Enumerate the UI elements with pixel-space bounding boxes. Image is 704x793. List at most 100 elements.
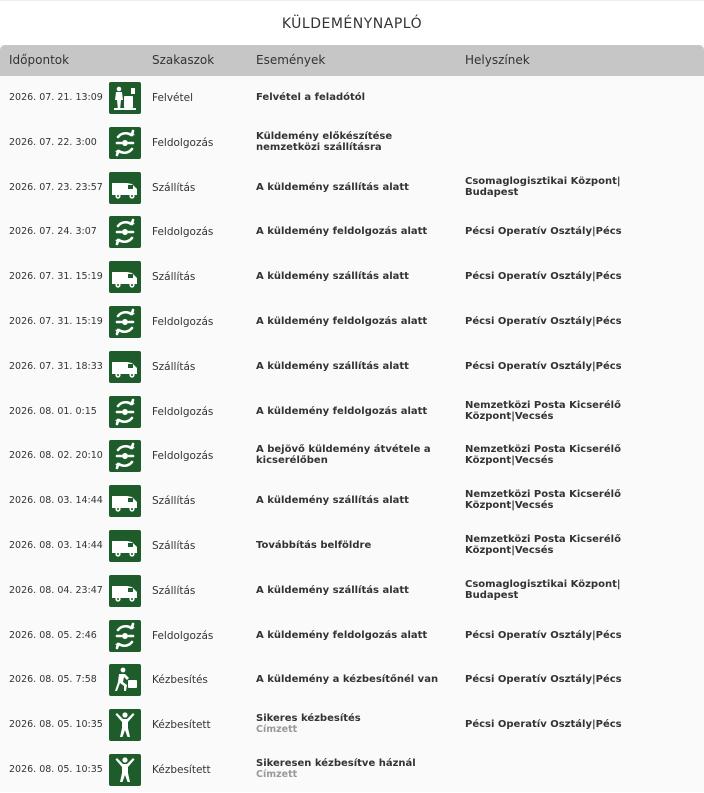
row-event-text: A küldemény szállítás alatt: [256, 181, 409, 193]
row-event-text: A küldemény feldolgozás alatt: [256, 405, 428, 417]
row-stage: Feldolgozás: [152, 629, 214, 642]
row-event: Továbbítás belföldre: [256, 540, 452, 551]
row-location: Nemzetközi Posta Kicserélő Központ|Vecsé…: [465, 489, 621, 512]
table-row: 2026. 08. 05. 10:35 Kézbesített Sikeres ké…: [0, 703, 704, 748]
van-icon: [109, 171, 141, 204]
row-location: Nemzetközi Posta Kicserélő Központ|Vecsé…: [465, 444, 621, 467]
row-time: 2026. 07. 24. 3:07: [9, 226, 97, 238]
row-event: Sikeresen kézbesítve háznál Címzett: [256, 758, 452, 780]
row-location: Pécsi Operatív Osztály|Pécs: [465, 629, 622, 641]
table-row: 2026. 08. 05. 7:58 Kézbesítés A küldemény …: [0, 658, 704, 703]
row-location: Pécsi Operatív Osztály|Pécs: [465, 719, 622, 731]
row-event-text: A küldemény szállítás alatt: [256, 360, 409, 372]
header-stage: Szakaszok: [152, 53, 215, 67]
row-stage: Kézbesített: [152, 719, 211, 732]
van-icon: [109, 261, 141, 294]
processing-icon: [109, 395, 141, 428]
processing-icon: [109, 305, 141, 338]
processing-icon: [109, 216, 141, 249]
table-row: 2026. 07. 23. 23:57 Szállítás A küldemény …: [0, 166, 704, 211]
row-time: 2026. 07. 21. 13:09: [9, 92, 103, 103]
table-row: 2026. 07. 22. 3:00 Feldolgozás Küldemény e…: [0, 121, 704, 166]
row-event: A küldemény feldolgozás alatt: [256, 406, 452, 417]
row-event: A küldemény a kézbesítőnél van: [256, 674, 452, 685]
row-time: 2026. 08. 05. 10:35: [9, 763, 103, 775]
row-stage: Szállítás: [152, 495, 196, 508]
row-event-text: Felvétel a feladótól: [256, 92, 366, 103]
row-event: A küldemény feldolgozás alatt: [256, 630, 452, 641]
row-event-text: A küldemény a kézbesítőnél van: [256, 674, 439, 686]
row-event: Felvétel a feladótól: [256, 92, 452, 103]
table-row: 2026. 07. 24. 3:07 Feldolgozás A küldemény…: [0, 210, 704, 255]
row-event-text: A küldemény feldolgozás alatt: [256, 226, 428, 238]
header-location: Helyszínek: [465, 53, 530, 67]
row-time: 2026. 07. 31. 15:19: [9, 271, 103, 283]
row-stage: Feldolgozás: [152, 450, 214, 463]
row-location: Pécsi Operatív Osztály|Pécs: [465, 315, 622, 327]
table-row: 2026. 07. 31. 15:19 Szállítás A küldemény …: [0, 255, 704, 300]
row-stage: Szállítás: [152, 360, 196, 373]
row-event-text: A küldemény szállítás alatt: [256, 584, 409, 596]
tracking-page: KÜLDEMÉNYNAPLÓ Időpontok Szakaszok Esemé…: [0, 0, 704, 792]
page-title: KÜLDEMÉNYNAPLÓ: [281, 16, 423, 32]
row-event-text: Sikeresen kézbesítve háznál: [256, 757, 416, 769]
delivered-icon: [109, 709, 141, 742]
row-event-text: A küldemény feldolgozás alatt: [256, 315, 428, 327]
row-stage: Szállítás: [152, 181, 196, 194]
van-icon: [109, 529, 141, 562]
van-icon: [109, 485, 141, 518]
row-event-recipient: Címzett: [256, 768, 298, 780]
row-time: 2026. 08. 05. 2:46: [9, 629, 97, 641]
row-stage: Feldolgozás: [152, 405, 214, 418]
row-time: 2026. 08. 04. 23:47: [9, 584, 103, 596]
pickup-icon: [109, 82, 141, 114]
row-stage: Szállítás: [152, 584, 196, 597]
van-icon: [109, 350, 141, 383]
row-time: 2026. 08. 02. 20:10: [9, 450, 103, 462]
row-location: Nemzetközi Posta Kicserélő Központ|Vecsé…: [465, 399, 621, 422]
row-event: Küldemény előkészítése nemzetközi szállí…: [256, 131, 452, 153]
delivered-icon: [109, 753, 141, 786]
row-stage: Feldolgozás: [152, 315, 214, 328]
row-event-text: Továbbítás belföldre: [256, 539, 372, 551]
row-time: 2026. 08. 01. 0:15: [9, 405, 97, 417]
row-event: A küldemény feldolgozás alatt: [256, 226, 452, 237]
table-row: 2026. 07. 31. 18:33 Szállítás A küldemény …: [0, 345, 704, 390]
processing-icon: [109, 126, 141, 159]
courier-icon: [109, 664, 141, 697]
row-time: 2026. 07. 22. 3:00: [9, 136, 97, 148]
table-row: 2026. 08. 03. 14:44 Szállítás A küldemény …: [0, 479, 704, 524]
table-row: 2026. 08. 03. 14:44 Szállítás Továbbítás b…: [0, 524, 704, 569]
table-row: 2026. 08. 01. 0:15 Feldolgozás A küldemény…: [0, 390, 704, 435]
row-time: 2026. 07. 31. 18:33: [9, 360, 103, 372]
processing-icon: [109, 440, 141, 473]
row-stage: Feldolgozás: [152, 226, 214, 239]
row-time: 2026. 07. 23. 23:57: [9, 181, 103, 193]
row-location: Pécsi Operatív Osztály|Pécs: [465, 226, 622, 238]
row-time: 2026. 08. 03. 14:44: [9, 495, 103, 507]
header-time: Időpontok: [9, 53, 70, 67]
table-row: 2026. 08. 05. 10:35 Kézbesített Sikeresen …: [0, 748, 704, 793]
row-event: A bejövő küldemény átvétele a kicserélőb…: [256, 444, 452, 466]
row-event-text: A küldemény szállítás alatt: [256, 495, 409, 507]
table-row: 2026. 08. 04. 23:47 Szállítás A küldemény …: [0, 569, 704, 614]
row-event-text: A küldemény feldolgozás alatt: [256, 629, 428, 641]
row-stage: Szállítás: [152, 539, 196, 552]
row-event: A küldemény szállítás alatt: [256, 361, 452, 372]
table-header: Időpontok Szakaszok Események Helyszínek: [0, 45, 704, 76]
table-row: 2026. 08. 05. 2:46 Feldolgozás A küldemény…: [0, 614, 704, 659]
processing-icon: [109, 619, 141, 652]
row-stage: Kézbesítés: [152, 674, 208, 687]
row-time: 2026. 07. 31. 15:19: [9, 315, 103, 327]
header-event: Események: [256, 53, 326, 67]
row-event-text: A küldemény szállítás alatt: [256, 271, 409, 283]
event-list: 2026. 07. 21. 13:09 Felvétel Felvétel a fe…: [0, 76, 704, 793]
row-event: A küldemény szállítás alatt: [256, 495, 452, 506]
row-location: Pécsi Operatív Osztály|Pécs: [465, 271, 622, 283]
row-location: Csomaglogisztikai Központ| Budapest: [465, 578, 621, 601]
row-location: Csomaglogisztikai Központ| Budapest: [465, 175, 621, 198]
row-event-text: Küldemény előkészítése nemzetközi szállí…: [256, 130, 393, 153]
title-bar: KÜLDEMÉNYNAPLÓ: [0, 0, 704, 45]
row-event: A küldemény szállítás alatt: [256, 271, 452, 282]
table-row: 2026. 07. 31. 15:19 Feldolgozás A küldemén…: [0, 300, 704, 345]
